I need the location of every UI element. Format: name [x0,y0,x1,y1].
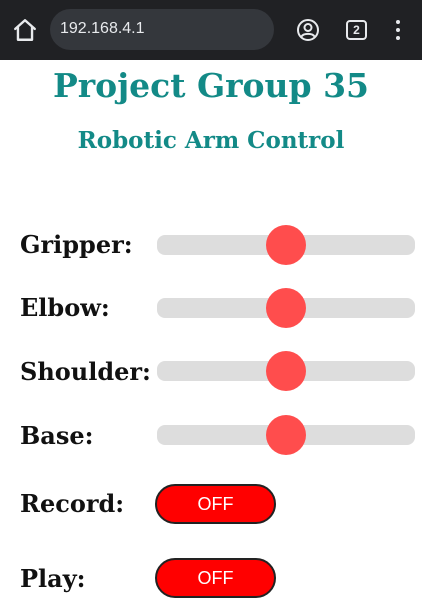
elbow-label: Elbow: [20,293,110,322]
shoulder-slider-thumb[interactable] [266,351,306,391]
shoulder-slider[interactable] [157,351,415,391]
page-title: Project Group 35 [52,66,370,105]
more-vert-icon[interactable] [390,18,406,42]
elbow-slider[interactable] [157,288,415,328]
base-label: Base: [20,421,94,450]
page-subtitle: Robotic Arm Control [77,127,345,154]
base-slider-thumb[interactable] [266,415,306,455]
url-text: 192.168.4.1 [60,20,145,37]
account-icon[interactable] [296,18,320,42]
play-toggle-button[interactable]: OFF [155,558,276,598]
shoulder-label: Shoulder: [20,357,151,386]
record-label: Record: [20,489,125,518]
gripper-label: Gripper: [20,230,133,259]
home-icon[interactable] [12,17,38,43]
elbow-slider-thumb[interactable] [266,288,306,328]
gripper-slider-thumb[interactable] [266,225,306,265]
address-bar[interactable]: 192.168.4.1 [50,9,274,50]
play-label: Play: [20,564,86,593]
base-slider[interactable] [157,415,415,455]
tab-switcher-button[interactable]: 2 [346,20,367,40]
gripper-slider[interactable] [157,225,415,265]
browser-toolbar: 192.168.4.1 2 [0,0,422,60]
record-toggle-button[interactable]: OFF [155,484,276,524]
